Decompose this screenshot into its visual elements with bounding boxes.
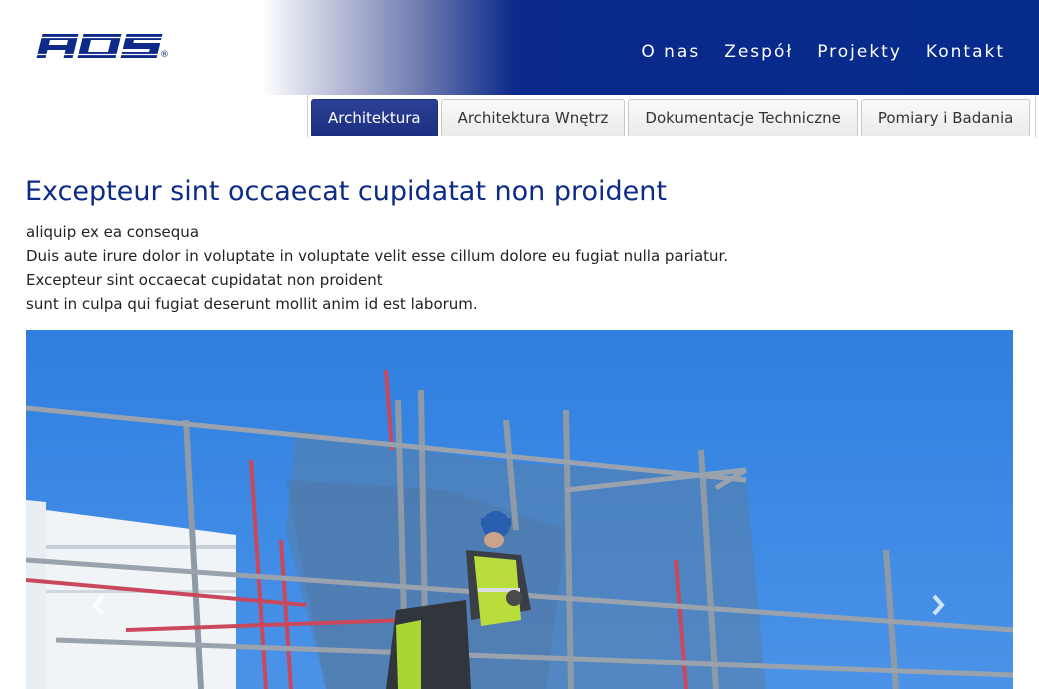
registered-mark: ® [160, 50, 169, 60]
site-logo[interactable]: ® [34, 28, 174, 68]
carousel-next-button[interactable] [923, 585, 953, 625]
page-heading: Excepteur sint occaecat cupidatat non pr… [25, 176, 667, 207]
nav-item-projekty[interactable]: Projekty [817, 42, 902, 62]
site-header: ® O nas Zespół Projekty Kontakt [0, 0, 1039, 95]
chevron-left-icon [92, 594, 105, 616]
category-tabs: Architektura Architektura Wnętrz Dokumen… [307, 95, 1036, 137]
tab-pomiary-i-badania[interactable]: Pomiary i Badania [860, 99, 1031, 136]
image-carousel[interactable] [26, 330, 1013, 689]
tab-architektura-wnetrz[interactable]: Architektura Wnętrz [440, 99, 626, 136]
intro-line: Excepteur sint occaecat cupidatat non pr… [26, 271, 383, 289]
main-nav: O nas Zespół Projekty Kontakt [641, 42, 1005, 62]
tab-architektura[interactable]: Architektura [311, 99, 438, 136]
carousel-prev-button[interactable] [84, 585, 114, 625]
chevron-right-icon [932, 594, 945, 616]
logo-icon [36, 34, 163, 58]
intro-line: aliquip ex ea consequa [26, 223, 200, 241]
nav-item-o-nas[interactable]: O nas [641, 42, 700, 62]
intro-line: sunt in culpa qui fugiat deserunt mollit… [26, 295, 478, 313]
intro-text: aliquip ex ea consequa Duis aute irure d… [26, 220, 728, 316]
tab-dokumentacje-techniczne[interactable]: Dokumentacje Techniczne [628, 99, 858, 136]
nav-item-kontakt[interactable]: Kontakt [926, 42, 1005, 62]
carousel-slide-image [26, 330, 1013, 689]
intro-line: Duis aute irure dolor in voluptate in vo… [26, 247, 729, 265]
nav-item-zespol[interactable]: Zespół [724, 42, 793, 62]
